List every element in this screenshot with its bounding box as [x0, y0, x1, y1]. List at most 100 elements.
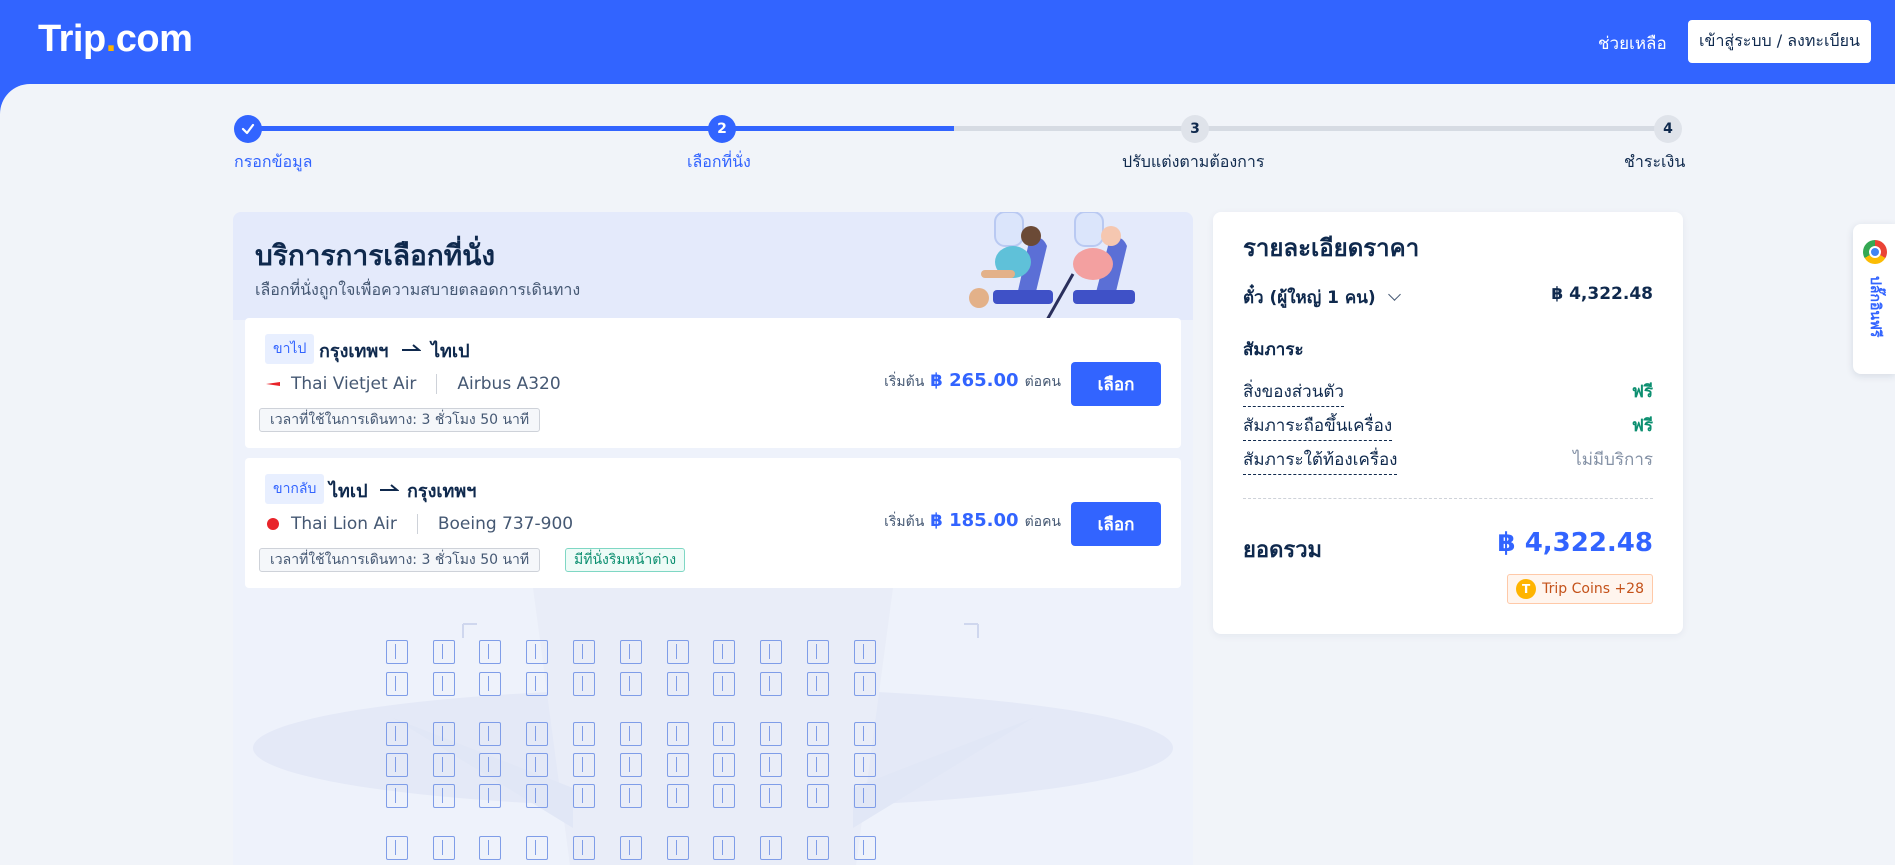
seat-icon [526, 672, 548, 696]
trip-coins-text: Trip Coins +28 [1542, 581, 1644, 597]
logo-text: Trip [38, 18, 106, 60]
seat-icon [433, 722, 455, 746]
seat-icon [854, 640, 876, 664]
baggage-value: ฟรี [1631, 416, 1653, 436]
route-to: กรุงเทพฯ [407, 481, 477, 502]
step-4-label: ชำระเงิน [1624, 152, 1686, 171]
seat-icon [386, 722, 408, 746]
baggage-name[interactable]: สัมภาระใต้ท้องเครื่อง [1243, 446, 1398, 475]
help-link[interactable]: ช่วยเหลือ [1598, 30, 1667, 57]
free-plugin-tab[interactable]: ปลั๊กอินฟรี [1853, 224, 1895, 374]
login-register-button[interactable]: เข้าสู่ระบบ / ลงทะเบียน [1688, 20, 1871, 63]
seat-icon [433, 640, 455, 664]
baggage-row: สิ่งของส่วนตัว ฟรี [1243, 378, 1653, 407]
seat-icon [807, 753, 829, 777]
seat-icon [433, 672, 455, 696]
step-1-label: กรอกข้อมูล [234, 152, 313, 171]
seat-icon [713, 672, 735, 696]
price-suffix: ต่อคน [1024, 514, 1061, 530]
select-seat-button[interactable]: เลือก [1071, 362, 1161, 406]
stepper-progress [248, 126, 954, 131]
seat-icon [479, 722, 501, 746]
seat-icon [667, 672, 689, 696]
seat-icon [479, 836, 501, 860]
seat-icon [573, 672, 595, 696]
seat-icon [760, 722, 782, 746]
step-2-label: เลือกที่นั่ง [687, 152, 751, 171]
baggage-row: สัมภาระถือขึ้นเครื่อง ฟรี [1243, 412, 1653, 441]
seat-selection-panel: บริการการเลือกที่นั่ง เลือกที่นั่งถูกใจเ… [233, 212, 1193, 865]
seat-icon [620, 640, 642, 664]
trip-logo[interactable]: Trip.com [38, 18, 193, 61]
seat-icon [386, 672, 408, 696]
seat-icon [479, 640, 501, 664]
airline-row: Thai Lion Air Boeing 737-900 [265, 514, 573, 534]
baggage-value: ฟรี [1631, 382, 1653, 402]
seat-icon [526, 836, 548, 860]
seat-icon [573, 753, 595, 777]
price-prefix: เริ่มต้น [884, 514, 925, 530]
step-3-circle: 3 [1181, 115, 1209, 143]
seat-map-preview [233, 588, 1193, 865]
seat-icon [620, 753, 642, 777]
baggage-name[interactable]: สิ่งของส่วนตัว [1243, 378, 1344, 407]
duration-chip: เวลาที่ใช้ในการเดินทาง: 3 ชั่วโมง 50 นาท… [259, 548, 541, 572]
arrow-right-icon [402, 344, 421, 351]
lion-air-logo-icon [265, 516, 281, 532]
seat-icon [526, 722, 548, 746]
total-value: ฿ 4,322.48 [1497, 528, 1653, 558]
seat-panel-header: บริการการเลือกที่นั่ง เลือกที่นั่งถูกใจเ… [233, 212, 1193, 320]
seat-icon [713, 784, 735, 808]
seat-icon [760, 640, 782, 664]
seat-icon [854, 753, 876, 777]
ticket-toggle[interactable]: ตั๋ว (ผู้ใหญ่ 1 คน) [1243, 284, 1401, 311]
seat-icon [667, 640, 689, 664]
seat-icon [854, 672, 876, 696]
airline-row: Thai Vietjet Air Airbus A320 [265, 374, 561, 394]
total-label: ยอดรวม [1243, 538, 1323, 563]
seat-icon [760, 784, 782, 808]
baggage-name[interactable]: สัมภาระถือขึ้นเครื่อง [1243, 412, 1393, 441]
arrow-right-icon [380, 484, 399, 491]
logo-suffix: com [115, 18, 193, 60]
coin-icon: T [1516, 579, 1537, 599]
trip-coins-badge: T Trip Coins +28 [1507, 574, 1653, 604]
seat-icon [620, 836, 642, 860]
seat-icon [713, 722, 735, 746]
select-seat-button[interactable]: เลือก [1071, 502, 1161, 546]
seat-icon [386, 753, 408, 777]
window-seat-tag: มีที่นั่งริมหน้าต่าง [565, 548, 686, 572]
seat-icon [807, 640, 829, 664]
seat-icon [479, 784, 501, 808]
price-info: เริ่มต้น ฿ 185.00 ต่อคน [884, 510, 1061, 533]
price-info: เริ่มต้น ฿ 265.00 ต่อคน [884, 370, 1061, 393]
seat-icon [620, 672, 642, 696]
check-icon [241, 123, 255, 135]
panel-subtitle: เลือกที่นั่งถูกใจเพื่อความสบายตลอดการเดิ… [255, 280, 581, 299]
seat-icon [386, 836, 408, 860]
baggage-value: ไม่มีบริการ [1573, 450, 1653, 470]
top-header: Trip.com ช่วยเหลือ เข้าสู่ระบบ / ลงทะเบี… [0, 0, 1895, 84]
seat-icon [620, 722, 642, 746]
seat-icon [573, 722, 595, 746]
seat-icon [807, 836, 829, 860]
price-amount: ฿ 265.00 [930, 370, 1019, 391]
divider [416, 514, 418, 534]
seat-icon [526, 753, 548, 777]
baggage-row: สัมภาระใต้ท้องเครื่อง ไม่มีบริการ [1243, 446, 1653, 475]
panel-title: บริการการเลือกที่นั่ง [255, 239, 496, 272]
price-amount: ฿ 185.00 [930, 510, 1019, 531]
vietjet-logo-icon [265, 376, 281, 392]
seat-icon [854, 722, 876, 746]
seat-icon [807, 672, 829, 696]
seat-icon [854, 784, 876, 808]
ticket-value: ฿ 4,322.48 [1551, 284, 1653, 304]
seat-icon [807, 722, 829, 746]
seat-icon [760, 836, 782, 860]
seat-icon [526, 784, 548, 808]
route-from: กรุงเทพฯ [319, 341, 389, 362]
baggage-title: สัมภาระ [1243, 340, 1304, 360]
seat-icon [713, 753, 735, 777]
aircraft-model: Boeing 737-900 [437, 514, 574, 534]
plugin-label: ปลั๊กอินฟรี [1867, 276, 1883, 338]
